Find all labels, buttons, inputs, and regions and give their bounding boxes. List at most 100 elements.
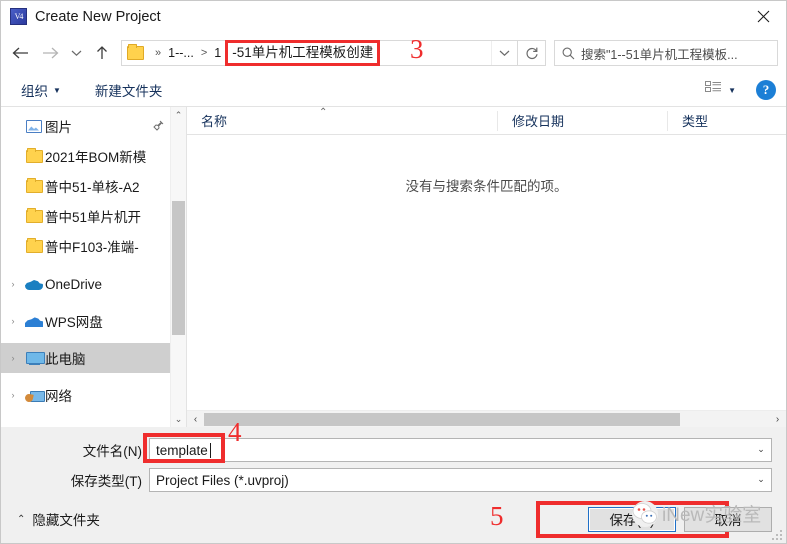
window-title: Create New Project <box>35 8 161 25</box>
sidebar-scroll-thumb[interactable] <box>172 201 185 335</box>
column-header-date[interactable]: 修改日期 <box>497 110 667 131</box>
scroll-down-icon[interactable]: ⌄ <box>175 411 183 427</box>
forward-icon <box>35 38 65 68</box>
wps-cloud-icon <box>23 315 45 327</box>
filetype-field-wrapper: Project Files (*.uvproj) ⌄ <box>149 468 772 492</box>
sidebar-item-label: 普中F103-准端- <box>45 240 139 255</box>
keil-uvision-icon <box>10 8 27 25</box>
sidebar-item-puzhong-f103[interactable]: 普中F103-准端- <box>1 231 170 261</box>
sidebar-item-network[interactable]: › 网络 <box>1 380 170 410</box>
sidebar-item-label: 网络 <box>45 389 72 404</box>
horizontal-scroll-thumb[interactable] <box>204 413 680 426</box>
sidebar-item-label: 普中51单片机开 <box>45 210 142 225</box>
recent-locations-icon[interactable] <box>65 38 87 68</box>
breadcrumb-item-current[interactable]: -51单片机工程模板创建 <box>225 40 381 66</box>
dialog-footer: ⌃ 隐藏文件夹 保存(S) 取消 <box>1 495 786 543</box>
back-icon[interactable] <box>5 38 35 68</box>
filename-input[interactable]: template <box>149 438 772 462</box>
breadcrumb-item-1[interactable]: 1--... <box>166 46 196 60</box>
organize-button[interactable]: 组织 ▼ <box>17 77 65 103</box>
expander-icon[interactable]: › <box>3 279 23 289</box>
up-icon[interactable] <box>87 38 117 68</box>
search-icon <box>555 47 581 60</box>
new-folder-button[interactable]: 新建文件夹 <box>91 77 167 103</box>
pin-icon[interactable] <box>153 119 164 134</box>
breadcrumb-item-2[interactable]: 1 <box>212 46 223 60</box>
scroll-up-icon[interactable]: ⌃ <box>175 107 183 123</box>
address-dropdown-icon[interactable] <box>491 41 517 65</box>
address-bar[interactable]: » 1--... > 1 -51单片机工程模板创建 <box>121 40 518 66</box>
help-button[interactable]: ? <box>756 80 776 100</box>
save-label: 保存(S) <box>609 513 655 528</box>
file-list-empty-area: 没有与搜索条件匹配的项。 <box>187 135 786 410</box>
column-header-type[interactable]: 类型 <box>667 110 786 131</box>
folder-icon <box>23 177 45 193</box>
scroll-right-icon[interactable]: › <box>769 414 786 425</box>
sidebar-item-puzhong51-mcu[interactable]: 普中51单片机开 <box>1 201 170 231</box>
network-icon <box>23 389 45 402</box>
chevron-down-icon: ▼ <box>53 85 61 95</box>
navigation-bar: » 1--... > 1 -51单片机工程模板创建 搜索"1--51单片机工程模… <box>1 32 786 74</box>
folder-icon <box>127 44 144 60</box>
sidebar-item-label: 2021年BOM新模 <box>45 150 147 165</box>
toolbar: 组织 ▼ 新建文件夹 ▼ ? <box>1 74 786 107</box>
dialog-body: 图片 2021年BOM新模 普中51-单核-A2 普中51单片机开 普中F103… <box>1 107 786 427</box>
cancel-label: 取消 <box>714 513 742 528</box>
sidebar-item-this-pc[interactable]: › 此电脑 <box>1 343 170 373</box>
sidebar-item-puzhong51-a2[interactable]: 普中51-单核-A2 <box>1 171 170 201</box>
annotation-5: 5 <box>490 501 504 531</box>
filetype-select[interactable]: Project Files (*.uvproj) <box>149 468 772 492</box>
sidebar-item-label: 普中51-单核-A2 <box>45 180 140 195</box>
save-button[interactable]: 保存(S) <box>588 506 676 532</box>
sort-ascending-icon: ⌃ <box>319 107 328 118</box>
filename-dropdown-icon[interactable]: ⌄ <box>750 438 772 460</box>
form-area: 文件名(N) template ⌄ 保存类型(T) Project Files … <box>1 427 786 495</box>
folder-icon <box>23 237 45 253</box>
filename-field-wrapper: template ⌄ <box>143 433 772 463</box>
filetype-row: 保存类型(T) Project Files (*.uvproj) ⌄ <box>1 465 786 495</box>
sidebar-item-onedrive[interactable]: › OneDrive <box>1 269 170 299</box>
navigation-pane: 图片 2021年BOM新模 普中51-单核-A2 普中51单片机开 普中F103… <box>1 107 187 427</box>
list-view-icon <box>705 80 722 100</box>
column-header-name[interactable]: 名称 <box>187 111 497 131</box>
sidebar-item-label: WPS网盘 <box>45 315 103 330</box>
save-button-wrapper: 保存(S) <box>536 500 729 538</box>
column-header-row: 名称 修改日期 类型 ⌃ <box>187 107 786 135</box>
expander-icon[interactable]: › <box>3 353 23 363</box>
organize-label: 组织 <box>21 84 48 99</box>
filetype-dropdown-icon[interactable]: ⌄ <box>750 468 772 490</box>
refresh-icon[interactable] <box>518 40 546 66</box>
hide-folders-button[interactable]: ⌃ 隐藏文件夹 <box>17 509 100 529</box>
search-input[interactable]: 搜索"1--51单片机工程模板... <box>581 44 738 63</box>
search-box[interactable]: 搜索"1--51单片机工程模板... <box>554 40 778 66</box>
cancel-button[interactable]: 取消 <box>684 506 772 532</box>
scroll-left-icon[interactable]: ‹ <box>187 414 204 425</box>
breadcrumb-separator-1: » <box>155 47 162 59</box>
text-caret <box>209 442 211 458</box>
empty-message: 没有与搜索条件匹配的项。 <box>405 179 568 194</box>
expander-icon[interactable]: › <box>3 316 23 326</box>
sidebar-scrollbar[interactable]: ⌃ ⌄ <box>170 107 186 427</box>
annotation-4: 4 <box>228 417 242 447</box>
sidebar-item-wps-cloud[interactable]: › WPS网盘 <box>1 306 170 336</box>
title-bar: Create New Project <box>1 1 786 32</box>
sidebar-item-label: OneDrive <box>45 276 103 292</box>
sidebar-item-label: 图片 <box>45 120 72 135</box>
filetype-value: Project Files (*.uvproj) <box>156 472 289 488</box>
resize-grip[interactable] <box>770 528 782 540</box>
folder-icon <box>23 207 45 223</box>
help-label: ? <box>762 82 770 97</box>
file-list-horizontal-scrollbar[interactable]: ‹ › <box>187 410 786 427</box>
sidebar-item-pictures[interactable]: 图片 <box>1 111 170 141</box>
sidebar-item-label: 此电脑 <box>45 352 86 367</box>
close-icon[interactable] <box>740 1 786 32</box>
hide-folders-label: 隐藏文件夹 <box>32 513 100 528</box>
chevron-up-icon: ⌃ <box>17 513 26 525</box>
onedrive-icon <box>23 278 45 290</box>
filename-row: 文件名(N) template ⌄ <box>1 433 786 465</box>
expander-icon[interactable]: › <box>3 390 23 400</box>
toolbar-right-group: ▼ ? <box>701 79 776 102</box>
sidebar-item-bom2021[interactable]: 2021年BOM新模 <box>1 141 170 171</box>
footer-buttons: 保存(S) 取消 <box>536 500 772 538</box>
view-mode-button[interactable]: ▼ <box>701 79 740 102</box>
